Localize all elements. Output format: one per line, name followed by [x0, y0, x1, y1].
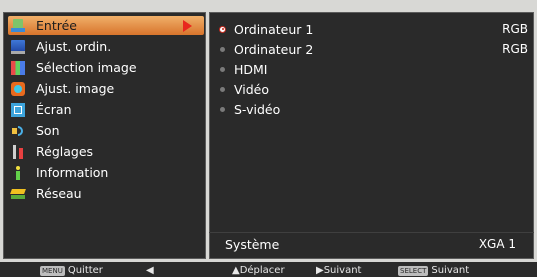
menu-item-label: Ajust. ordin. — [36, 39, 112, 54]
menu-item-selection-image[interactable]: Sélection image — [8, 58, 204, 77]
source-item-video[interactable]: Vidéo — [220, 80, 528, 98]
computer-adjust-icon — [11, 39, 25, 54]
up-down-arrow-icon: ▲ — [232, 265, 240, 276]
move-hint: ▲ Déplacer — [232, 265, 285, 276]
select-key: SELECT — [398, 265, 429, 276]
menu-item-label: Écran — [36, 102, 72, 117]
quit-label: Quitter — [67, 265, 103, 276]
menu-item-son[interactable]: Son — [8, 121, 204, 140]
menu-item-label: Son — [36, 123, 60, 138]
source-label: HDMI — [234, 61, 268, 77]
menu-item-reseau[interactable]: Réseau — [8, 184, 204, 203]
main-menu: Entrée Ajust. ordin. Sélection image Aju… — [3, 12, 206, 259]
source-signal: RGB — [502, 22, 528, 36]
source-label: Vidéo — [234, 81, 270, 97]
menu-item-label: Entrée — [36, 18, 77, 33]
image-adjust-icon — [11, 81, 25, 96]
source-item-hdmi[interactable]: HDMI — [220, 60, 528, 78]
input-icon — [11, 18, 25, 33]
next-hint: ▶ Suivant — [316, 265, 361, 276]
source-item-ordinateur-1[interactable]: Ordinateur 1 RGB — [219, 20, 528, 38]
system-value: XGA 1 — [478, 237, 516, 251]
menu-item-ajust-image[interactable]: Ajust. image — [8, 79, 204, 98]
system-row: Système XGA 1 — [209, 232, 534, 252]
source-signal: RGB — [502, 42, 528, 56]
projector-osd: Entrée Ajust. ordin. Sélection image Aju… — [0, 0, 537, 262]
menu-item-label: Ajust. image — [36, 81, 115, 96]
key-guide-bar: MENU Quitter ◀ ▲ Déplacer ▶ Suivant SELE… — [0, 262, 537, 277]
system-label: Système — [225, 237, 280, 252]
select-label: Suivant — [431, 265, 470, 276]
bullet-icon — [220, 66, 225, 72]
move-label: Déplacer — [239, 265, 285, 276]
source-item-s-video[interactable]: S-vidéo — [220, 100, 528, 118]
bullet-icon — [220, 46, 225, 52]
information-icon — [11, 165, 25, 180]
bullet-icon — [220, 106, 225, 112]
input-submenu: Ordinateur 1 RGB Ordinateur 2 RGB HDMI V… — [209, 12, 534, 259]
source-item-ordinateur-2[interactable]: Ordinateur 2 RGB — [220, 40, 528, 58]
sound-icon — [11, 124, 25, 138]
menu-item-label: Information — [36, 165, 109, 180]
settings-icon — [11, 144, 25, 159]
menu-key: MENU — [40, 265, 65, 276]
right-arrow-icon: ▶ — [316, 265, 324, 276]
menu-item-label: Réseau — [36, 186, 82, 201]
bullet-icon — [220, 86, 225, 92]
source-label: Ordinateur 1 — [234, 21, 314, 37]
menu-item-ecran[interactable]: Écran — [8, 100, 204, 119]
menu-item-information[interactable]: Information — [8, 163, 204, 182]
network-icon — [11, 187, 25, 201]
menu-item-ajust-ordin[interactable]: Ajust. ordin. — [8, 37, 204, 56]
screen-icon — [11, 102, 25, 117]
menu-item-reglages[interactable]: Réglages — [8, 142, 204, 161]
image-select-icon — [11, 60, 25, 75]
menu-item-label: Sélection image — [36, 60, 137, 75]
source-label: Ordinateur 2 — [234, 41, 314, 57]
radio-selected-icon — [219, 25, 226, 33]
selection-arrow-icon — [183, 20, 192, 32]
quit-hint: MENU Quitter — [40, 265, 103, 276]
left-arrow-icon: ◀ — [146, 265, 154, 276]
source-label: S-vidéo — [234, 101, 281, 117]
next-label: Suivant — [323, 265, 362, 276]
menu-item-entree[interactable]: Entrée — [8, 16, 204, 35]
select-hint: SELECT Suivant — [398, 265, 469, 276]
menu-item-label: Réglages — [36, 144, 94, 159]
